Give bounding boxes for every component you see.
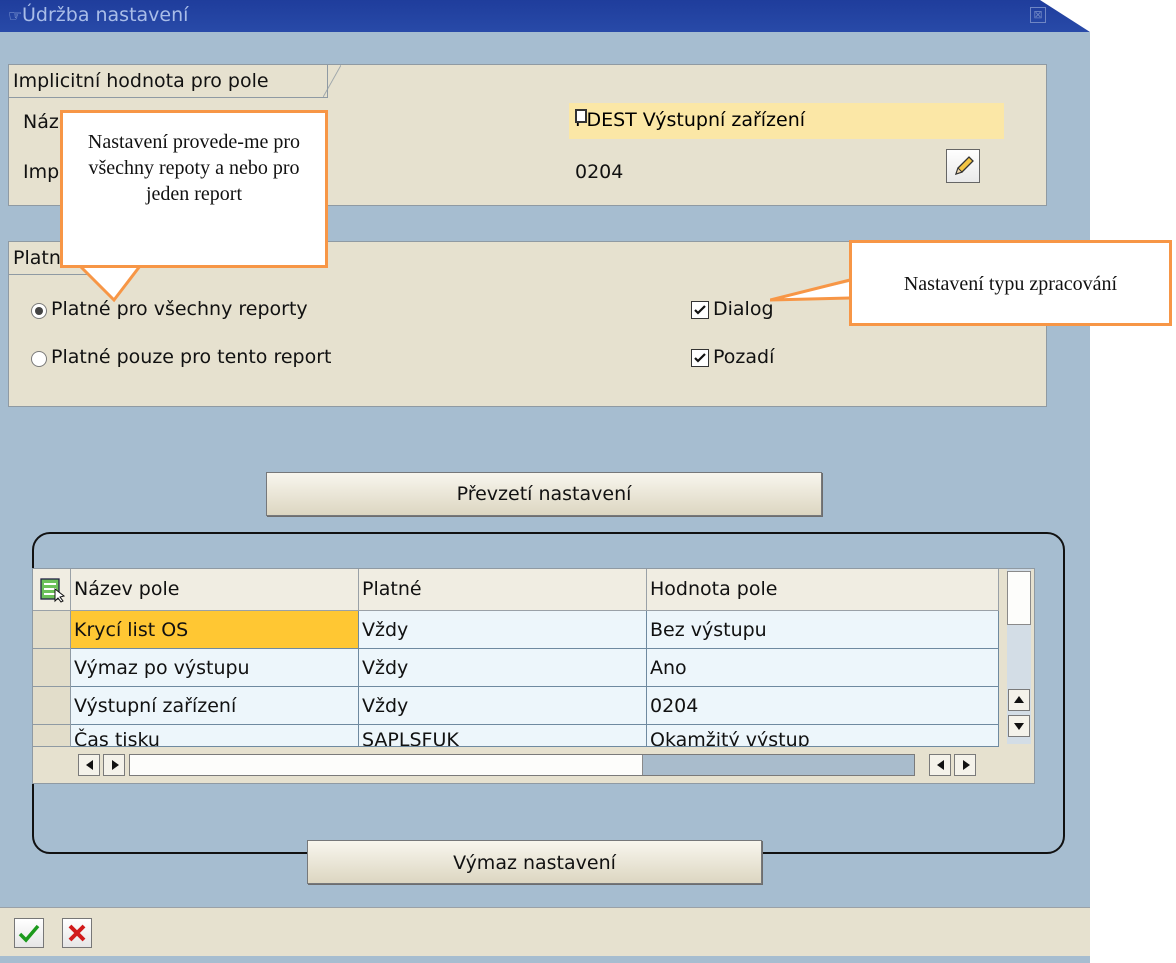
scroll-left-button[interactable] (78, 754, 100, 776)
callout-scope-pointer (78, 264, 142, 303)
radio-this-report-label[interactable]: Platné pouze pro tento report (51, 346, 331, 368)
column-header-valid[interactable]: Platné (359, 569, 647, 611)
apply-settings-button[interactable]: Převzetí nastavení (266, 472, 822, 516)
checkbox-background[interactable] (691, 349, 709, 367)
column-settings-button[interactable] (33, 569, 71, 611)
checkmark-icon (694, 353, 706, 363)
column-header-field-name[interactable]: Název pole (71, 569, 359, 611)
column-header-field-value[interactable]: Hodnota pole (647, 569, 999, 611)
radio-this-report[interactable] (31, 351, 47, 367)
confirm-button[interactable] (14, 918, 44, 948)
table-cell[interactable]: SAPLSFUK (359, 725, 647, 747)
check-icon (18, 924, 40, 943)
table-cell[interactable]: Bez výstupu (647, 611, 999, 649)
cancel-button[interactable] (62, 918, 92, 948)
horizontal-scroll-thumb[interactable] (130, 755, 643, 775)
row-selector[interactable] (33, 649, 71, 687)
horizontal-scrollbar[interactable] (33, 747, 1007, 783)
table-cell[interactable]: Ano (647, 649, 999, 687)
scroll-down-button[interactable] (1008, 715, 1030, 737)
window-title: Údržba nastavení (22, 4, 189, 26)
cross-icon (68, 924, 86, 942)
callout-scope-text: Nastavení provede-me pro všechny repoty … (87, 131, 301, 205)
settings-table: Název pole Platné Hodnota pole Krycí lis… (32, 568, 1035, 784)
horizontal-scroll-track[interactable] (129, 754, 915, 776)
checkmark-icon (694, 305, 706, 315)
callout-scope: Nastavení provede-me pro všechny repoty … (60, 110, 328, 268)
table-cell[interactable]: Vždy (359, 611, 647, 649)
table-cell[interactable]: Čas tisku (71, 725, 359, 747)
row-selector[interactable] (33, 687, 71, 725)
delete-settings-button[interactable]: Výmaz nastavení (307, 840, 762, 884)
field-name-value-text: PDEST Výstupní zařízení (575, 109, 806, 131)
table-cell[interactable]: 0204 (647, 687, 999, 725)
vertical-scrollbar[interactable] (1007, 569, 1031, 744)
scroll-left-button-right[interactable] (929, 754, 951, 776)
vertical-scroll-thumb[interactable] (1007, 571, 1031, 625)
callout-type: Nastavení typu zpracování (849, 240, 1172, 326)
table-cell[interactable]: Krycí list OS (71, 611, 359, 649)
window-icon: ☞ (8, 6, 23, 25)
row-selector[interactable] (33, 725, 71, 747)
title-bar-notch (1040, 0, 1090, 32)
callout-type-text: Nastavení typu zpracování (903, 273, 1118, 295)
table-cell[interactable]: Výmaz po výstupu (71, 649, 359, 687)
bottom-toolbar (0, 907, 1090, 956)
radio-all-reports[interactable] (31, 303, 47, 319)
table-cell[interactable]: Okamžitý výstup (647, 725, 999, 747)
pencil-icon (954, 156, 974, 176)
field-name-value[interactable]: PDEST Výstupní zařízení (569, 103, 1004, 139)
table-cell[interactable]: Vždy (359, 687, 647, 725)
default-value-text: 0204 (575, 161, 624, 183)
implicit-value-tab-label: Implicitní hodnota pro pole (13, 70, 269, 92)
checkbox-dialog-label[interactable]: Dialog (713, 298, 774, 320)
clipboard-icon[interactable] (575, 109, 587, 123)
table-cell[interactable]: Vždy (359, 649, 647, 687)
checkbox-background-label[interactable]: Pozadí (713, 346, 774, 368)
scroll-right-button[interactable] (103, 754, 125, 776)
table-cell[interactable]: Výstupní zařízení (71, 687, 359, 725)
scroll-up-button[interactable] (1008, 689, 1030, 711)
implicit-value-tab: Implicitní hodnota pro pole (9, 64, 341, 98)
title-bar: ☞ Údržba nastavení ⊠ (0, 0, 1090, 32)
checkbox-dialog[interactable] (691, 301, 709, 319)
row-selector[interactable] (33, 611, 71, 649)
edit-button[interactable] (946, 149, 980, 183)
scroll-right-button-right[interactable] (954, 754, 976, 776)
layout-icon (40, 578, 65, 603)
